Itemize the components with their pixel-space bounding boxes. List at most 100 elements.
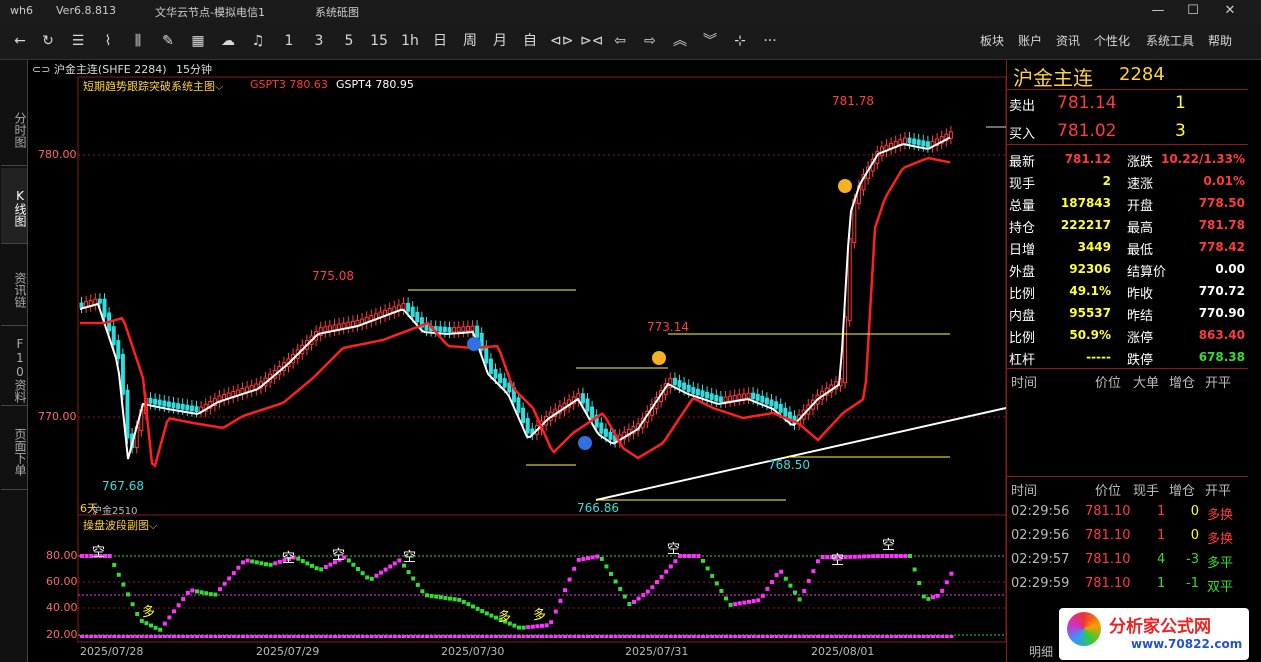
quote-row: 总量 187843 开盘 778.50 — [1009, 192, 1249, 214]
sub-dot — [903, 554, 908, 558]
period-week[interactable]: 周 — [460, 31, 480, 51]
period-3[interactable]: 3 — [310, 31, 328, 51]
sub-base-dot — [512, 635, 517, 638]
sub-indicator-group — [80, 554, 954, 638]
sub-dot — [480, 609, 485, 614]
sub-dot — [379, 570, 383, 575]
crosshair-icon[interactable]: ⊹ — [730, 31, 750, 51]
tick-openclose: 多换 — [1207, 532, 1234, 547]
scroll-right-icon[interactable]: ⇨ — [640, 31, 660, 51]
sub-chart-title[interactable]: 操盘波段副图⌵ — [83, 517, 157, 533]
zoom-out-icon[interactable]: ⊳⊲ — [580, 31, 603, 51]
sub-level-80: 80.00 — [46, 549, 78, 562]
menu-help[interactable]: 帮助 — [1208, 32, 1232, 49]
sub-dot — [172, 609, 176, 614]
zoom-in-icon[interactable]: ⊲⊳ — [550, 31, 573, 51]
down-icon[interactable]: ︾ — [700, 31, 720, 51]
sub-base-dot — [940, 635, 945, 638]
list-icon[interactable]: ☰ — [68, 31, 88, 51]
sub-base-dot — [797, 635, 802, 638]
sub-base-dot — [733, 635, 738, 638]
tab-order[interactable]: 页面下单 — [1, 410, 27, 490]
bell-icon[interactable]: ♫ — [248, 31, 268, 51]
account-name: 文华云节点-模拟电信1 — [155, 6, 265, 19]
more-icon[interactable]: ··· — [760, 31, 780, 51]
refresh-icon[interactable]: ↻ — [38, 31, 58, 51]
sub-base-dot — [365, 635, 370, 638]
candle-body — [79, 302, 84, 308]
detail-tab[interactable]: 明细 — [1029, 643, 1053, 660]
bigorder-header-time: 时间 — [1011, 376, 1038, 391]
candle-body — [783, 407, 788, 417]
period-custom[interactable]: 自 — [520, 31, 540, 51]
maximize-icon[interactable]: ☐ — [1178, 2, 1208, 20]
kline-chart-area[interactable]: ⊂⊃ 沪金主连(SHFE 2284) 15分钟 短期趋势跟踪突破系统主图⌵ GS… — [28, 60, 1006, 662]
indicator-name[interactable]: 短期趋势跟踪突破系统主图⌵ — [83, 78, 223, 94]
quote-row: 外盘 92306 结算价 0.00 — [1009, 258, 1249, 280]
close-icon[interactable]: ✕ — [1215, 2, 1245, 20]
menu-system-tools[interactable]: 系统工具 — [1146, 32, 1194, 49]
smiley-icon-1 — [838, 179, 852, 193]
sub-base-dot — [319, 635, 324, 638]
candle-body — [171, 402, 176, 409]
tab-news-chain[interactable]: 资讯链 — [1, 250, 27, 326]
chevron-down-icon: ⌵ — [149, 519, 158, 532]
menu-account[interactable]: 账户 — [1018, 32, 1042, 49]
tick-header-vol: 现手 — [1133, 484, 1160, 499]
candle-icon[interactable]: ⫼ — [128, 31, 148, 51]
sub-base-dot — [816, 635, 820, 638]
tick-header-time: 时间 — [1011, 484, 1038, 499]
tab-timeshare[interactable]: 分时图 — [1, 90, 27, 166]
candle-body — [741, 393, 746, 400]
tab-kline[interactable]: K线图 — [1, 168, 27, 244]
sub-base-dot — [563, 635, 567, 638]
sub-dot — [222, 581, 227, 586]
menu-news[interactable]: 资讯 — [1056, 32, 1080, 49]
sub-dot — [917, 580, 922, 585]
up-icon[interactable]: ︽ — [670, 31, 690, 51]
candle-body — [672, 377, 677, 386]
sub-base-dot — [494, 635, 498, 638]
line-chart-icon[interactable]: ⌇ — [98, 31, 118, 51]
candle-body — [102, 298, 107, 318]
sub-dot — [374, 573, 379, 578]
sub-base-dot — [705, 635, 710, 638]
scroll-left-icon[interactable]: ⇦ — [610, 31, 630, 51]
menu-personalize[interactable]: 个性化 — [1094, 32, 1130, 49]
candle-body — [493, 368, 498, 379]
sub-base-dot — [668, 635, 673, 638]
sub-dot — [710, 573, 715, 578]
sub-base-dot — [305, 635, 310, 638]
period-5[interactable]: 5 — [340, 31, 358, 51]
sub-base-dot — [484, 635, 489, 638]
sub-dot — [544, 623, 549, 628]
candle-body — [737, 394, 742, 400]
sell-price: 781.14 — [1057, 93, 1117, 113]
sub-base-dot — [443, 635, 448, 638]
draw-icon[interactable]: ✎ — [158, 31, 178, 51]
sub-dot — [121, 582, 126, 587]
period-15[interactable]: 15 — [368, 31, 390, 51]
period-day[interactable]: 日 — [430, 31, 450, 51]
sub-base-dot — [875, 635, 880, 638]
minimize-icon[interactable]: — — [1143, 2, 1173, 20]
tab-f10[interactable]: F10资料 — [1, 330, 27, 406]
grid-icon[interactable]: ▦ — [188, 31, 208, 51]
bigorder-header-price: 价位 — [1095, 376, 1122, 391]
period-1h[interactable]: 1h — [398, 31, 422, 51]
buy-row[interactable]: 买入 781.02 3 — [1009, 120, 1249, 142]
sub-base-dot — [599, 635, 604, 638]
sub-base-dot — [397, 635, 402, 638]
cloud-icon[interactable]: ☁ — [218, 31, 238, 51]
sub-dot — [392, 561, 397, 566]
menu-sector[interactable]: 板块 — [980, 32, 1004, 49]
candle-body — [475, 325, 480, 338]
candle-body — [677, 380, 682, 388]
sub-base-dot — [747, 635, 751, 638]
back-icon[interactable]: ← — [10, 31, 30, 51]
period-month[interactable]: 月 — [490, 31, 510, 51]
kong-signal-5: 空 — [667, 542, 681, 557]
sub-base-dot — [374, 635, 379, 638]
sell-row[interactable]: 卖出 781.14 1 — [1009, 92, 1249, 114]
period-1[interactable]: 1 — [280, 31, 298, 51]
